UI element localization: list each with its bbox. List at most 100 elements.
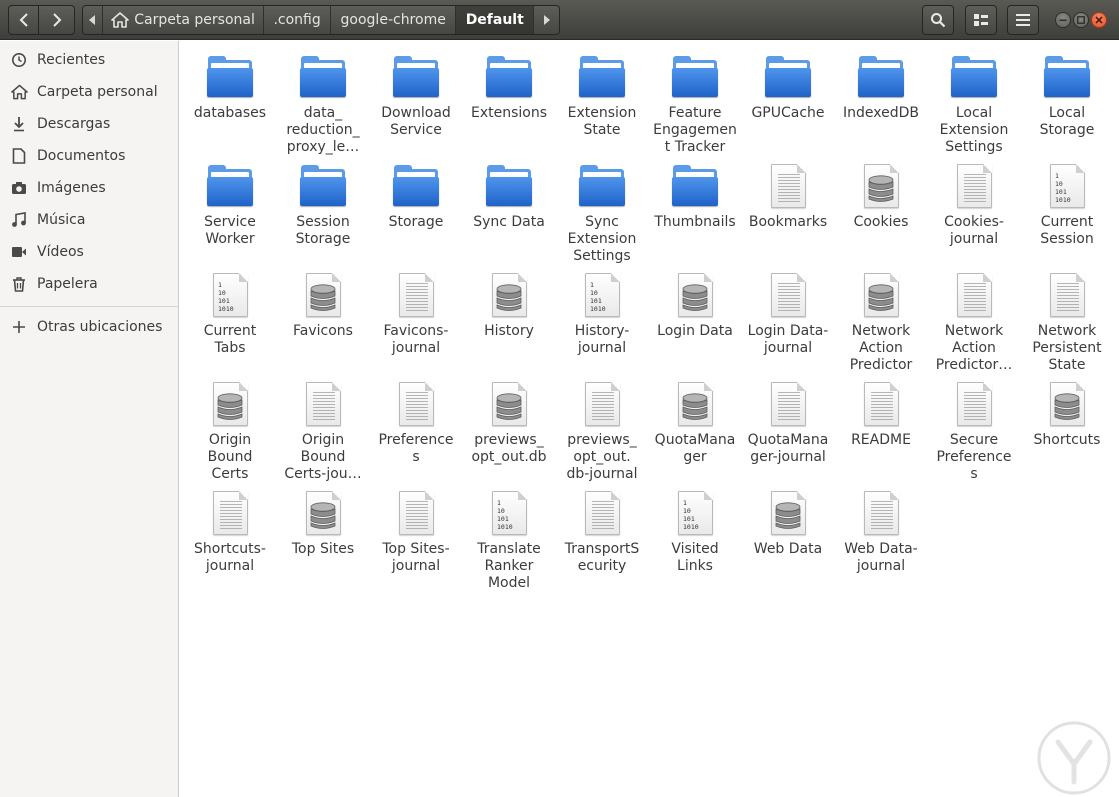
- file-item-label: data_ reduction_ proxy_le…: [286, 105, 360, 155]
- file-item[interactable]: Login Data-journal: [742, 272, 834, 357]
- file-item[interactable]: Feature Engagemen t Tracker: [649, 54, 741, 156]
- file-item-label: QuotaMana ger: [654, 432, 736, 465]
- file-item[interactable]: 1 10 101 1010 History-journal: [556, 272, 648, 357]
- sidebar-item-label: Imágenes: [37, 180, 106, 196]
- file-item[interactable]: IndexedDB: [835, 54, 927, 122]
- file-item[interactable]: Local Storage: [1021, 54, 1113, 139]
- file-item[interactable]: Favicons-journal: [370, 272, 462, 357]
- sidebar-item-videos[interactable]: Vídeos: [0, 236, 178, 268]
- text-file-icon: [578, 381, 626, 429]
- path-crumb-current[interactable]: Default: [456, 6, 535, 34]
- file-item[interactable]: data_ reduction_ proxy_le…: [277, 54, 369, 156]
- sidebar-item-label: Recientes: [37, 52, 106, 68]
- file-item[interactable]: Local Extension Settings: [928, 54, 1020, 156]
- file-item[interactable]: 1 10 101 1010 Translate Ranker Model: [463, 490, 555, 592]
- file-item-label: Service Worker: [204, 214, 256, 247]
- sidebar-item-descargas[interactable]: Descargas: [0, 108, 178, 140]
- file-item[interactable]: 1 10 101 1010 Current Tabs: [184, 272, 276, 357]
- sidebar-item-documentos[interactable]: Documentos: [0, 140, 178, 172]
- file-item-label: IndexedDB: [843, 105, 919, 121]
- text-file-icon: [392, 490, 440, 538]
- triangle-right-icon: [543, 15, 550, 25]
- text-file-icon: [950, 163, 998, 211]
- hamburger-menu-icon: [1016, 14, 1030, 26]
- file-item[interactable]: Cookies-journal: [928, 163, 1020, 248]
- maximize-button[interactable]: [1073, 12, 1089, 28]
- camera-icon: [10, 179, 28, 197]
- file-item[interactable]: GPUCache: [742, 54, 834, 122]
- back-button[interactable]: [8, 5, 39, 35]
- file-item[interactable]: Bookmarks: [742, 163, 834, 231]
- file-item[interactable]: Favicons: [277, 272, 369, 340]
- file-item[interactable]: Network Action Predictor…: [928, 272, 1020, 374]
- file-item[interactable]: Web Data: [742, 490, 834, 558]
- file-item[interactable]: Preference s: [370, 381, 462, 466]
- file-item[interactable]: Origin Bound Certs-jou…: [277, 381, 369, 483]
- file-item-label: Shortcuts-journal: [194, 541, 266, 574]
- file-item[interactable]: README: [835, 381, 927, 449]
- chevron-left-icon: [19, 13, 28, 27]
- sidebar-item-carpeta-personal[interactable]: Carpeta personal: [0, 76, 178, 108]
- file-item[interactable]: 1 10 101 1010 Visited Links: [649, 490, 741, 575]
- path-crumb-config[interactable]: .config: [264, 6, 331, 34]
- file-item[interactable]: previews_ opt_out.db: [463, 381, 555, 466]
- search-button[interactable]: [922, 5, 954, 35]
- sidebar-item-papelera[interactable]: Papelera: [0, 268, 178, 300]
- minimize-button[interactable]: [1055, 12, 1071, 28]
- sidebar-item-label: Música: [37, 212, 86, 228]
- file-item[interactable]: Thumbnails: [649, 163, 741, 231]
- sidebar-item-musica[interactable]: Música: [0, 204, 178, 236]
- file-item-label: Origin Bound Certs-jou…: [284, 432, 362, 482]
- file-item[interactable]: Service Worker: [184, 163, 276, 248]
- file-item-label: previews_ opt_out. db-journal: [566, 432, 638, 482]
- file-item[interactable]: Download Service: [370, 54, 462, 139]
- sidebar-item-label: Otras ubicaciones: [37, 319, 163, 335]
- menu-button[interactable]: [1007, 5, 1039, 35]
- sidebar-item-label: Carpeta personal: [37, 84, 158, 100]
- file-item[interactable]: QuotaMana ger: [649, 381, 741, 466]
- view-toggle-button[interactable]: [965, 5, 997, 35]
- file-item[interactable]: previews_ opt_out. db-journal: [556, 381, 648, 483]
- file-item[interactable]: Network Action Predictor: [835, 272, 927, 374]
- sidebar-item-recientes[interactable]: Recientes: [0, 44, 178, 76]
- file-item[interactable]: databases: [184, 54, 276, 122]
- file-item[interactable]: Sync Extension Settings: [556, 163, 648, 265]
- forward-button[interactable]: [38, 5, 75, 35]
- file-item[interactable]: Network Persistent State: [1021, 272, 1113, 374]
- file-item[interactable]: Origin Bound Certs: [184, 381, 276, 483]
- file-item[interactable]: Extension State: [556, 54, 648, 139]
- file-item[interactable]: Cookies: [835, 163, 927, 231]
- file-item[interactable]: Session Storage: [277, 163, 369, 248]
- file-item[interactable]: Sync Data: [463, 163, 555, 231]
- file-item[interactable]: Storage: [370, 163, 462, 231]
- file-item[interactable]: History: [463, 272, 555, 340]
- path-scroll-left-button[interactable]: [83, 6, 103, 34]
- file-item[interactable]: TransportS ecurity: [556, 490, 648, 575]
- file-item-label: Favicons-journal: [383, 323, 449, 356]
- close-button[interactable]: [1091, 12, 1107, 28]
- folder-icon: [206, 54, 254, 102]
- file-item[interactable]: Login Data: [649, 272, 741, 340]
- path-scroll-right-button[interactable]: [534, 6, 559, 34]
- sidebar-item-imagenes[interactable]: Imágenes: [0, 172, 178, 204]
- sidebar-item-otras-ubicaciones[interactable]: Otras ubicaciones: [0, 311, 178, 343]
- text-file-icon: [299, 381, 347, 429]
- file-item[interactable]: Shortcuts-journal: [184, 490, 276, 575]
- text-file-icon: [392, 272, 440, 320]
- file-item-label: Download Service: [381, 105, 451, 138]
- file-item[interactable]: Web Data-journal: [835, 490, 927, 575]
- text-file-icon: [1043, 272, 1091, 320]
- database-file-icon: [485, 381, 533, 429]
- path-crumb-home[interactable]: Carpeta personal: [103, 6, 265, 34]
- file-item[interactable]: Extensions: [463, 54, 555, 122]
- file-item[interactable]: Secure Preference s: [928, 381, 1020, 483]
- file-item[interactable]: Top Sites-journal: [370, 490, 462, 575]
- file-item-label: Cookies: [853, 214, 909, 230]
- file-item[interactable]: QuotaMana ger-journal: [742, 381, 834, 466]
- file-item-label: Sync Extension Settings: [567, 214, 637, 264]
- file-item[interactable]: 1 10 101 1010 Current Session: [1021, 163, 1113, 248]
- file-item[interactable]: Top Sites: [277, 490, 369, 558]
- film-icon: [10, 243, 28, 261]
- file-item[interactable]: Shortcuts: [1021, 381, 1113, 449]
- path-crumb-google-chrome[interactable]: google-chrome: [331, 6, 457, 34]
